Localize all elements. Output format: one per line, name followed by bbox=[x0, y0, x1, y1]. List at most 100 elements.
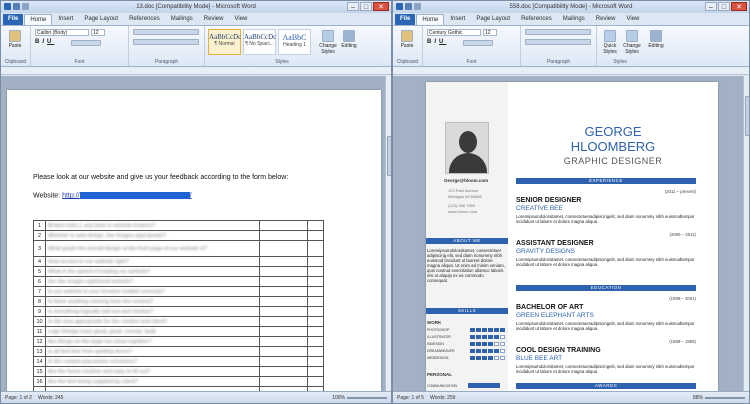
tab-review[interactable]: Review bbox=[199, 14, 229, 25]
page-count[interactable]: Page: 1 of 2 bbox=[5, 395, 32, 401]
website-link[interactable]: http:// bbox=[62, 192, 80, 199]
list-icons[interactable] bbox=[525, 29, 591, 35]
style-heading-1[interactable]: AaBbC Heading 1 bbox=[278, 29, 311, 55]
question-cell[interactable]: What grade the overall design of the fro… bbox=[45, 240, 260, 257]
answer-cell[interactable] bbox=[259, 220, 308, 231]
zoom-slider[interactable] bbox=[705, 397, 745, 399]
extra-cell[interactable] bbox=[307, 276, 324, 287]
question-cell[interactable]: Is the new appropriate for the content a… bbox=[45, 316, 260, 327]
document-page[interactable]: Please look at our website and give us y… bbox=[7, 90, 381, 403]
extra-cell[interactable] bbox=[307, 346, 324, 357]
extra-cell[interactable] bbox=[307, 286, 324, 297]
word-logo-icon[interactable] bbox=[4, 3, 11, 10]
paste-button[interactable]: Paste bbox=[396, 28, 418, 49]
question-cell[interactable]: How access to our website right? bbox=[45, 256, 260, 267]
question-cell[interactable]: Logo Design (very good, good, normal, ba… bbox=[45, 326, 260, 337]
font-name-box[interactable]: Century Gothic bbox=[427, 29, 481, 36]
undo-icon[interactable] bbox=[414, 3, 421, 10]
question-cell[interactable]: What is the speed of loading our website… bbox=[45, 266, 260, 277]
tab-insert[interactable]: Insert bbox=[445, 14, 470, 25]
ruler[interactable] bbox=[1, 67, 391, 75]
maximize-button[interactable]: □ bbox=[360, 2, 372, 11]
style-no-spacing[interactable]: AaBbCcDc ¶ No Spaci... bbox=[243, 29, 276, 55]
tab-view[interactable]: View bbox=[621, 14, 644, 25]
answer-cell[interactable] bbox=[259, 276, 308, 287]
zoom-level[interactable]: 100% bbox=[332, 395, 345, 401]
tab-references[interactable]: References bbox=[516, 14, 557, 25]
close-button[interactable]: ✕ bbox=[373, 2, 389, 11]
alignment-icons[interactable] bbox=[525, 39, 591, 45]
maximize-button[interactable]: □ bbox=[718, 2, 730, 11]
editing-button[interactable]: Editing bbox=[645, 28, 667, 49]
answer-cell[interactable] bbox=[259, 230, 308, 241]
paste-button[interactable]: Paste bbox=[4, 28, 26, 49]
word-logo-icon[interactable] bbox=[396, 3, 403, 10]
tab-review[interactable]: Review bbox=[591, 14, 621, 25]
tab-references[interactable]: References bbox=[124, 14, 165, 25]
question-cell[interactable]: Whether is web design, the images approp… bbox=[45, 230, 260, 241]
list-icons[interactable] bbox=[133, 29, 199, 35]
answer-cell[interactable] bbox=[259, 336, 308, 347]
tab-home[interactable]: Home bbox=[24, 14, 53, 25]
answer-cell[interactable] bbox=[259, 356, 308, 367]
tab-page-layout[interactable]: Page Layout bbox=[79, 14, 123, 25]
extra-cell[interactable] bbox=[307, 316, 324, 327]
vertical-scrollbar[interactable] bbox=[385, 76, 391, 393]
quick-styles-button[interactable]: Quick Styles bbox=[599, 28, 621, 55]
question-cell[interactable]: Is the content placement consistent? bbox=[45, 356, 260, 367]
change-styles-button[interactable]: Change Styles bbox=[317, 28, 339, 55]
minimize-button[interactable]: – bbox=[705, 2, 717, 11]
bold-italic-underline-buttons[interactable]: BIU bbox=[35, 39, 54, 45]
style-normal[interactable]: AaBbCcDc ¶ Normal bbox=[208, 29, 241, 55]
save-icon[interactable] bbox=[13, 3, 20, 10]
scroll-thumb[interactable] bbox=[745, 96, 749, 136]
question-cell[interactable]: Are the images optimized website? bbox=[45, 276, 260, 287]
resume-page[interactable]: George@hloom.com 123 Park Avenue Michiga… bbox=[426, 82, 718, 393]
zoom-control[interactable]: 88% bbox=[693, 395, 745, 401]
answer-cell[interactable] bbox=[259, 346, 308, 357]
zoom-control[interactable]: 100% bbox=[332, 395, 387, 401]
extra-cell[interactable] bbox=[307, 240, 324, 257]
bold-italic-underline-buttons[interactable]: BIU bbox=[427, 39, 446, 45]
question-cell[interactable]: Are the forms intuitive and easy to fill… bbox=[45, 366, 260, 377]
answer-cell[interactable] bbox=[259, 376, 308, 387]
alignment-icons[interactable] bbox=[133, 39, 199, 45]
tab-insert[interactable]: Insert bbox=[53, 14, 78, 25]
question-cell[interactable]: Is there anything missing from the conte… bbox=[45, 296, 260, 307]
answer-cell[interactable] bbox=[259, 286, 308, 297]
extra-cell[interactable] bbox=[307, 296, 324, 307]
zoom-slider[interactable] bbox=[347, 397, 387, 399]
tab-mailings[interactable]: Mailings bbox=[166, 14, 198, 25]
extra-cell[interactable] bbox=[307, 366, 324, 377]
word-count[interactable]: Words: 245 bbox=[38, 395, 63, 401]
answer-cell[interactable] bbox=[259, 306, 308, 317]
extra-cell[interactable] bbox=[307, 326, 324, 337]
extra-cell[interactable] bbox=[307, 356, 324, 367]
answer-cell[interactable] bbox=[259, 316, 308, 327]
answer-cell[interactable] bbox=[259, 366, 308, 377]
question-cell[interactable]: Are the text being supplied by client? bbox=[45, 376, 260, 387]
close-button[interactable]: ✕ bbox=[731, 2, 747, 11]
tab-file[interactable]: File bbox=[395, 14, 416, 25]
font-size-box[interactable]: 12 bbox=[91, 29, 105, 36]
editing-button[interactable]: Editing bbox=[338, 28, 360, 49]
answer-cell[interactable] bbox=[259, 240, 308, 257]
extra-cell[interactable] bbox=[307, 266, 324, 277]
change-styles-button[interactable]: Change Styles bbox=[621, 28, 643, 55]
question-cell[interactable]: Are things on the page too close togethe… bbox=[45, 336, 260, 347]
tab-file[interactable]: File bbox=[3, 14, 24, 25]
font-name-box[interactable]: Calibri (Body) bbox=[35, 29, 89, 36]
extra-cell[interactable] bbox=[307, 220, 324, 231]
vertical-scrollbar[interactable] bbox=[743, 76, 749, 393]
page-count[interactable]: Page: 1 of 5 bbox=[397, 395, 424, 401]
tab-mailings[interactable]: Mailings bbox=[558, 14, 590, 25]
answer-cell[interactable] bbox=[259, 266, 308, 277]
minimize-button[interactable]: – bbox=[347, 2, 359, 11]
word-count[interactable]: Words: 259 bbox=[430, 395, 455, 401]
question-cell[interactable]: Is our website in your browser loaded co… bbox=[45, 286, 260, 297]
question-cell[interactable]: Is everything logically laid out and int… bbox=[45, 306, 260, 317]
question-cell[interactable]: Broken links (..any links to website bro… bbox=[45, 220, 260, 231]
extra-cell[interactable] bbox=[307, 256, 324, 267]
font-size-box[interactable]: 12 bbox=[483, 29, 497, 36]
extra-cell[interactable] bbox=[307, 336, 324, 347]
